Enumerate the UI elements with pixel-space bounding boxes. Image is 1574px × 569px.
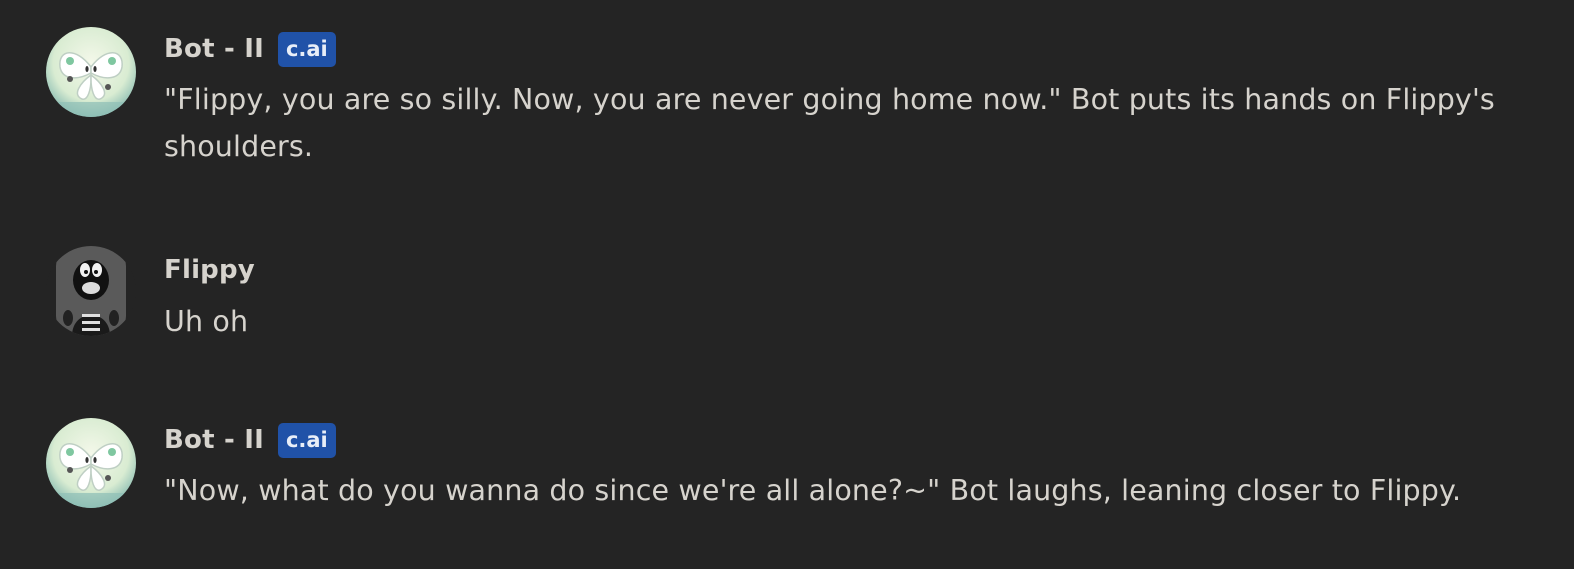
author-name: Flippy: [164, 255, 255, 285]
message-text: "Flippy, you are so silly. Now, you are …: [164, 83, 1495, 163]
message-text: Uh oh: [164, 305, 249, 338]
message-text: "Now, what do you wanna do since we're a…: [164, 474, 1462, 507]
cai-badge: c.ai: [277, 31, 336, 67]
author-name: Bot - II: [164, 425, 264, 455]
avatar[interactable]: [46, 27, 136, 117]
butterfly-bot-avatar-icon: [46, 27, 136, 117]
avatar[interactable]: [46, 246, 136, 336]
butterfly-bot-avatar-icon: [46, 418, 136, 508]
cai-badge: c.ai: [277, 422, 336, 458]
author-name: Bot - II: [164, 34, 264, 64]
avatar[interactable]: [46, 418, 136, 508]
black-character-avatar-icon: [46, 246, 136, 336]
